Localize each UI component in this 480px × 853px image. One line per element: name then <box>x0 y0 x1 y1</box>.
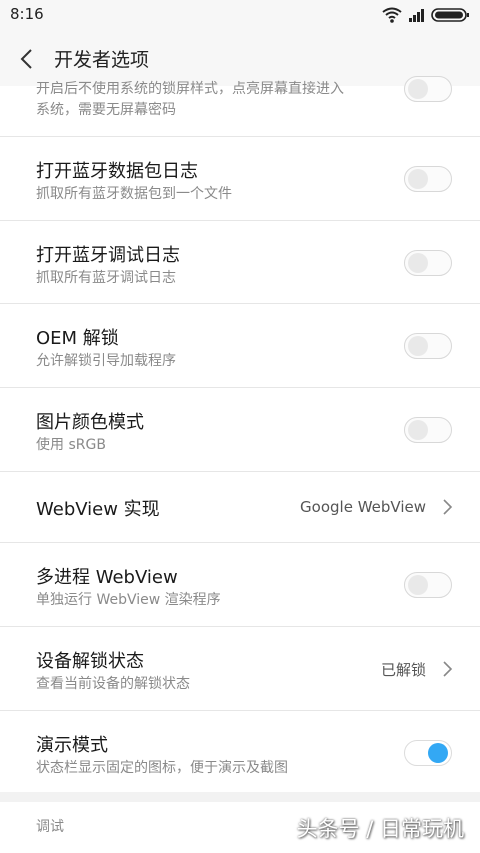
settings-row-demo-mode[interactable]: 演示模式 状态栏显示固定的图标，便于演示及截图 <box>0 711 480 796</box>
toggle-switch[interactable] <box>404 333 452 359</box>
row-subtitle: 抓取所有蓝牙调试日志 <box>36 270 176 286</box>
settings-row-bt-packet-log[interactable]: 打开蓝牙数据包日志 抓取所有蓝牙数据包到一个文件 <box>0 137 480 221</box>
toggle-knob <box>428 743 448 763</box>
signal-icon <box>409 9 424 22</box>
chevron-right-icon <box>443 499 453 515</box>
row-subtitle: 系统，需要无屏幕密码 <box>36 102 176 118</box>
toggle-switch[interactable] <box>404 740 452 766</box>
toggle-knob <box>408 420 428 440</box>
status-icons <box>382 6 472 24</box>
settings-row-bt-debug-log[interactable]: 打开蓝牙调试日志 抓取所有蓝牙调试日志 <box>0 221 480 304</box>
back-button[interactable] <box>12 44 42 74</box>
toggle-switch[interactable] <box>404 417 452 443</box>
toggle-switch[interactable] <box>404 572 452 598</box>
row-title: 演示模式 <box>36 735 108 756</box>
settings-row-color-mode[interactable]: 图片颜色模式 使用 sRGB <box>0 388 480 472</box>
row-value: 已解锁 <box>380 661 426 679</box>
toggle-knob <box>408 336 428 356</box>
row-title: 打开蓝牙调试日志 <box>36 245 180 266</box>
battery-icon <box>431 8 469 22</box>
row-subtitle: 允许解锁引导加载程序 <box>36 353 176 369</box>
settings-row-multiprocess-webview[interactable]: 多进程 WebView 单独运行 WebView 渲染程序 <box>0 543 480 627</box>
settings-row-unlock-status[interactable]: 设备解锁状态 查看当前设备的解锁状态 已解锁 <box>0 627 480 711</box>
status-time: 8:16 <box>10 5 44 23</box>
row-subtitle: 抓取所有蓝牙数据包到一个文件 <box>36 186 232 202</box>
toggle-switch[interactable] <box>404 76 452 102</box>
toggle-knob <box>408 169 428 189</box>
status-bar: 8:16 <box>0 0 480 30</box>
row-title: WebView 实现 <box>36 499 160 520</box>
screen: 8:16 开发者选项 开启后不使用系统的锁屏样式，点亮屏幕直接进入 系统，需要无… <box>0 0 480 853</box>
row-value: Google WebView <box>300 498 426 516</box>
settings-row-oem-unlock[interactable]: OEM 解锁 允许解锁引导加载程序 <box>0 304 480 388</box>
section-label: 调试 <box>36 819 64 835</box>
settings-list: 开启后不使用系统的锁屏样式，点亮屏幕直接进入 系统，需要无屏幕密码 打开蓝牙数据… <box>0 76 480 796</box>
settings-row-lockscreen[interactable]: 开启后不使用系统的锁屏样式，点亮屏幕直接进入 系统，需要无屏幕密码 <box>0 76 480 137</box>
chevron-left-icon <box>20 49 32 69</box>
toggle-knob <box>408 575 428 595</box>
toggle-switch[interactable] <box>404 166 452 192</box>
toggle-knob <box>408 79 428 99</box>
row-subtitle: 开启后不使用系统的锁屏样式，点亮屏幕直接进入 <box>36 81 344 97</box>
chevron-right-icon <box>443 661 453 677</box>
settings-row-webview-impl[interactable]: WebView 实现 Google WebView <box>0 472 480 543</box>
watermark: 头条号 / 日常玩机 <box>296 817 464 841</box>
section-divider <box>0 792 480 802</box>
row-title: 打开蓝牙数据包日志 <box>36 161 198 182</box>
wifi-icon <box>382 7 402 23</box>
page-title: 开发者选项 <box>54 49 150 71</box>
toggle-switch[interactable] <box>404 250 452 276</box>
row-title: 设备解锁状态 <box>36 651 144 672</box>
row-title: OEM 解锁 <box>36 328 119 349</box>
toggle-knob <box>408 253 428 273</box>
row-subtitle: 查看当前设备的解锁状态 <box>36 676 190 692</box>
row-title: 图片颜色模式 <box>36 412 144 433</box>
row-subtitle: 使用 sRGB <box>36 437 106 453</box>
row-subtitle: 单独运行 WebView 渲染程序 <box>36 592 221 608</box>
row-title: 多进程 WebView <box>36 567 178 588</box>
row-subtitle: 状态栏显示固定的图标，便于演示及截图 <box>36 760 288 776</box>
